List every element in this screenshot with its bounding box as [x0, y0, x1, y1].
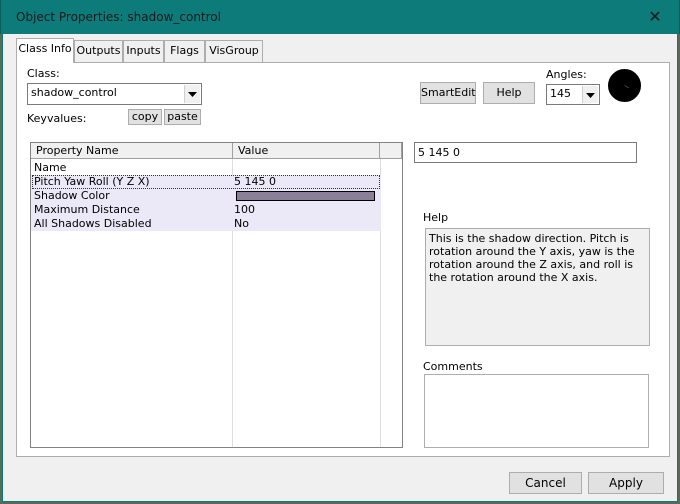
property-value: 100: [234, 203, 255, 216]
close-button[interactable]: ✕: [640, 4, 670, 30]
tab-visgroup[interactable]: VisGroup: [205, 40, 263, 62]
property-name: Shadow Color: [34, 189, 110, 202]
property-name: Maximum Distance: [34, 203, 140, 216]
copy-button[interactable]: copy: [128, 109, 162, 125]
class-value: shadow_control: [31, 86, 117, 99]
value-edit-field[interactable]: 5 145 0: [414, 142, 637, 163]
comments-textarea[interactable]: [424, 374, 649, 448]
property-value: No: [234, 217, 249, 230]
help-text-box: This is the shadow direction. Pitch is r…: [425, 228, 650, 346]
class-dropdown[interactable]: shadow_control: [27, 83, 202, 105]
comments-label: Comments: [423, 360, 483, 373]
tab-class-info[interactable]: Class Info: [16, 38, 74, 63]
column-header-property-name[interactable]: Property Name: [31, 143, 233, 159]
angle-dial-icon: [607, 68, 642, 103]
tab-outputs[interactable]: Outputs: [74, 40, 123, 62]
class-dropdown-button[interactable]: [184, 85, 200, 103]
property-name: Name: [34, 161, 67, 174]
class-label: Class:: [27, 67, 60, 80]
table-row[interactable]: All Shadows Disabled No: [31, 217, 381, 231]
property-name: All Shadows Disabled: [34, 217, 152, 230]
close-icon: ✕: [648, 7, 662, 26]
column-header-value[interactable]: Value: [233, 143, 380, 159]
tab-inputs[interactable]: Inputs: [123, 40, 164, 62]
property-grid[interactable]: Property Name Value Name Pitch Yaw Roll …: [30, 142, 403, 448]
apply-button[interactable]: Apply: [588, 472, 664, 494]
row-focus-outline: [32, 175, 380, 189]
cancel-button[interactable]: Cancel: [509, 472, 582, 494]
chevron-down-icon: [188, 92, 197, 97]
angle-dial[interactable]: [606, 67, 643, 104]
keyvalues-label: Keyvalues:: [27, 112, 87, 125]
angles-label: Angles:: [546, 68, 587, 81]
column-header-spacer: [380, 143, 402, 159]
table-row[interactable]: Maximum Distance 100: [31, 203, 381, 217]
angles-value: 145: [550, 87, 571, 100]
help-button[interactable]: Help: [483, 82, 535, 104]
help-label: Help: [423, 211, 449, 224]
window-title: Object Properties: shadow_control: [16, 10, 221, 24]
chevron-down-icon: [586, 93, 595, 98]
table-row[interactable]: Name: [31, 161, 381, 175]
smartedit-button[interactable]: SmartEdit: [420, 82, 476, 104]
angles-dropdown[interactable]: 145: [546, 84, 600, 105]
tab-flags[interactable]: Flags: [164, 40, 205, 62]
table-row[interactable]: Shadow Color: [31, 189, 381, 203]
shadow-color-swatch[interactable]: [236, 191, 375, 201]
paste-button[interactable]: paste: [164, 109, 201, 125]
angles-dropdown-button[interactable]: [582, 86, 598, 103]
value-edit-text: 5 145 0: [418, 146, 460, 159]
